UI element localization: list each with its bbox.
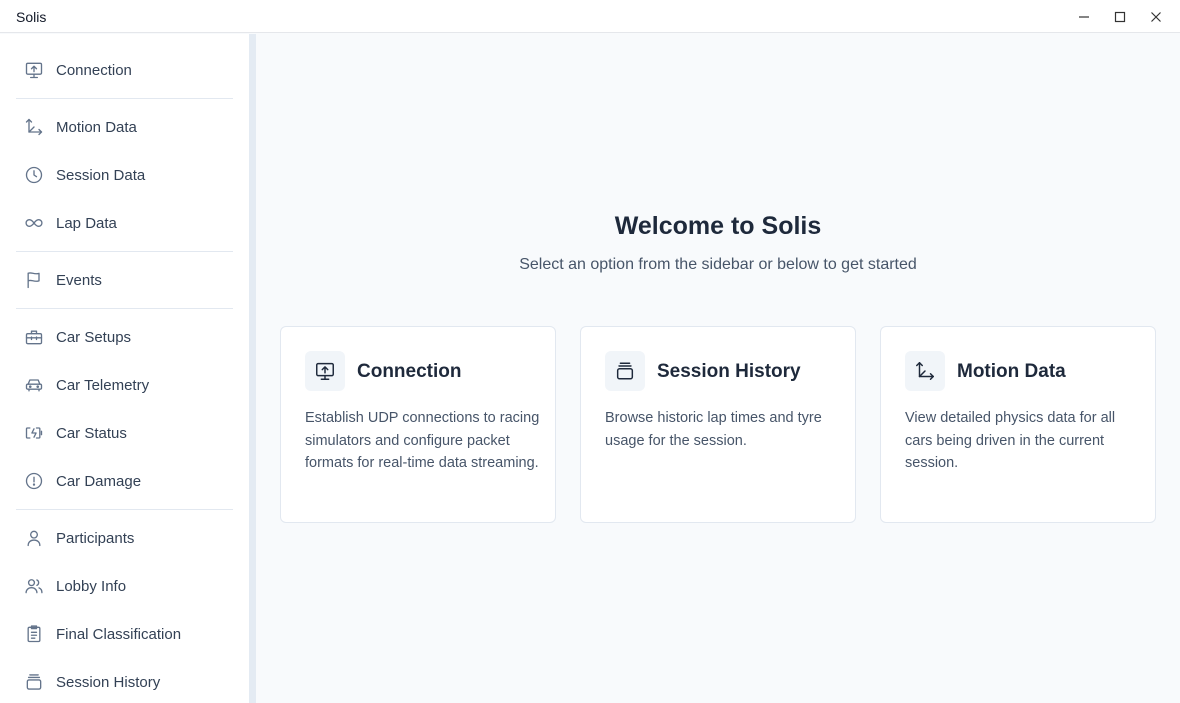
sidebar-item-events[interactable]: Events	[16, 260, 233, 300]
sidebar-item-connection[interactable]: Connection	[16, 50, 233, 90]
sidebar-item-label: Car Damage	[56, 472, 142, 490]
minimize-icon	[1079, 16, 1089, 18]
monitor-upload-icon	[24, 60, 44, 80]
card-session-history[interactable]: Session History Browse historic lap time…	[580, 326, 856, 523]
page-title: Welcome to Solis	[614, 212, 822, 240]
flag-icon	[24, 270, 44, 290]
maximize-icon	[1114, 11, 1126, 23]
sidebar-item-session-data[interactable]: Session Data	[16, 155, 233, 195]
sidebar-item-label: Car Setups	[56, 328, 132, 346]
minimize-button[interactable]	[1066, 4, 1102, 30]
car-icon	[24, 375, 44, 395]
sidebar-item-session-history[interactable]: Session History	[16, 662, 233, 702]
clock-icon	[24, 165, 44, 185]
card-title: Connection	[357, 361, 462, 382]
window-title: Solis	[16, 9, 47, 25]
sidebar-item-label: Lobby Info	[56, 577, 127, 595]
axes-arrow-icon	[24, 117, 44, 137]
clipboard-list-icon	[24, 624, 44, 644]
sidebar-item-label: Car Status	[56, 424, 127, 442]
sidebar: Connection Motion Data Session Data Lap …	[0, 34, 249, 703]
sidebar-item-participants[interactable]: Participants	[16, 518, 233, 558]
sidebar-item-car-status[interactable]: Car Status	[16, 413, 233, 453]
sidebar-item-motion-data[interactable]: Motion Data	[16, 107, 233, 147]
sidebar-item-label: Connection	[56, 61, 132, 79]
sidebar-item-car-setups[interactable]: Car Setups	[16, 317, 233, 357]
sidebar-item-label: Car Telemetry	[56, 376, 150, 394]
sidebar-item-label: Motion Data	[56, 118, 137, 136]
monitor-upload-icon	[305, 351, 345, 391]
card-description: View detailed physics data for all cars …	[905, 410, 1116, 472]
axes-arrow-icon	[905, 351, 945, 391]
sidebar-divider	[16, 98, 233, 99]
sidebar-edge	[249, 34, 256, 703]
infinity-icon	[24, 213, 44, 233]
sidebar-item-final-classification[interactable]: Final Classification	[16, 614, 233, 654]
stack-icon	[24, 672, 44, 692]
sidebar-divider	[16, 308, 233, 309]
sidebar-item-label: Session Data	[56, 166, 146, 184]
sidebar-divider	[16, 251, 233, 252]
alert-circle-icon	[24, 471, 44, 491]
user-icon	[24, 528, 44, 548]
card-connection[interactable]: Connection Establish UDP connections to …	[280, 326, 556, 523]
close-button[interactable]	[1138, 4, 1174, 30]
sidebar-item-label: Final Classification	[56, 625, 182, 643]
sidebar-item-lobby-info[interactable]: Lobby Info	[16, 566, 233, 606]
card-title: Motion Data	[957, 361, 1066, 382]
stack-icon	[605, 351, 645, 391]
sidebar-item-label: Lap Data	[56, 214, 117, 232]
close-icon	[1151, 12, 1161, 22]
maximize-button[interactable]	[1102, 4, 1138, 30]
card-title: Session History	[657, 361, 801, 382]
users-icon	[24, 576, 44, 596]
battery-charging-icon	[24, 423, 44, 443]
card-description: Establish UDP connections to racing simu…	[305, 410, 540, 472]
sidebar-item-car-damage[interactable]: Car Damage	[16, 461, 233, 501]
title-bar: Solis	[0, 0, 1180, 33]
page-subtitle: Select an option from the sidebar or bel…	[519, 256, 917, 273]
toolbox-icon	[24, 327, 44, 347]
sidebar-item-car-telemetry[interactable]: Car Telemetry	[16, 365, 233, 405]
sidebar-divider	[16, 509, 233, 510]
sidebar-item-label: Participants	[56, 529, 135, 547]
sidebar-item-label: Events	[56, 271, 102, 289]
sidebar-item-lap-data[interactable]: Lap Data	[16, 203, 233, 243]
sidebar-item-label: Session History	[56, 673, 161, 691]
card-description: Browse historic lap times and tyre usage…	[605, 410, 822, 449]
card-motion-data[interactable]: Motion Data View detailed physics data f…	[880, 326, 1156, 523]
